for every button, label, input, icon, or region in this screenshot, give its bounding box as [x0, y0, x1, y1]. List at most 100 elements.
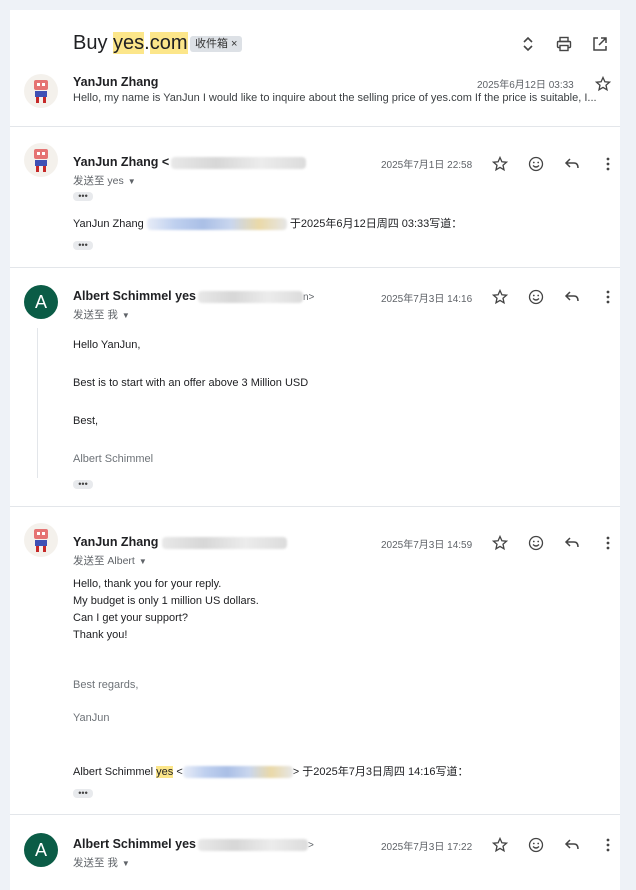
- reply-icon: [564, 839, 579, 850]
- avatar: [24, 74, 58, 108]
- open-new-window-button[interactable]: [590, 34, 610, 54]
- reply-icon: [564, 158, 579, 169]
- emoji-reaction-button[interactable]: [526, 533, 546, 553]
- sender-name: Albert Schimmel yes >: [73, 837, 314, 851]
- more-options-button[interactable]: [598, 835, 618, 855]
- redacted-email: [171, 156, 307, 169]
- emoji-reaction-button[interactable]: [526, 287, 546, 307]
- redacted-email: [197, 290, 303, 303]
- reply-icon: [564, 291, 579, 302]
- more-vert-icon: [606, 157, 610, 171]
- caret-down-icon: ▼: [121, 859, 130, 868]
- star-icon: [595, 76, 611, 92]
- quote-header: YanJun Zhang 于2025年6月12日周四 03:33写道：: [73, 218, 463, 231]
- more-options-button[interactable]: [598, 533, 618, 553]
- show-trimmed-content-button[interactable]: •••: [73, 192, 93, 201]
- quote-header: Albert Schimmel yes < > 于2025年7月3日周四 14:1…: [73, 766, 469, 779]
- body-line: Hello, thank you for your reply.: [73, 578, 222, 590]
- body-line: Hello YanJun,: [73, 339, 141, 351]
- body-line: Thank you!: [73, 629, 128, 641]
- more-vert-icon: [606, 838, 610, 852]
- star-button[interactable]: [490, 533, 510, 553]
- open-in-new-icon: [593, 37, 607, 51]
- message-date: 2025年7月1日 22:58: [381, 160, 473, 171]
- message-date: 2025年7月3日 14:16: [381, 294, 473, 305]
- recipient-dropdown[interactable]: 发送至 我 ▼: [73, 307, 130, 322]
- avatar: A: [24, 833, 58, 867]
- star-button[interactable]: [490, 154, 510, 174]
- message-2: YanJun Zhang < 发送至 yes ▼ 2025年7月1日 22:58 …: [10, 127, 620, 267]
- show-trimmed-content-button[interactable]: •••: [73, 241, 93, 250]
- avatar: [24, 143, 58, 177]
- star-icon: [492, 837, 508, 853]
- reply-button[interactable]: [562, 154, 582, 174]
- smiley-icon: [528, 837, 544, 853]
- print-button[interactable]: [554, 34, 574, 54]
- caret-down-icon: ▼: [127, 177, 136, 186]
- recipient-dropdown[interactable]: 发送至 Albert ▼: [73, 553, 147, 568]
- print-icon: [556, 36, 572, 52]
- reply-icon: [564, 537, 579, 548]
- avatar: A: [24, 285, 58, 319]
- robot-avatar-icon: [34, 529, 48, 552]
- expand-all-button[interactable]: [518, 34, 538, 54]
- redacted-email: [197, 838, 308, 851]
- message-date: 2025年7月3日 17:22: [381, 842, 473, 853]
- thread-toolbar: [518, 34, 610, 54]
- smiley-icon: [528, 156, 544, 172]
- emoji-reaction-button[interactable]: [526, 154, 546, 174]
- body-line: Can I get your support?: [73, 612, 188, 624]
- more-vert-icon: [606, 536, 610, 550]
- star-button[interactable]: [593, 74, 613, 94]
- more-options-button[interactable]: [598, 154, 618, 174]
- show-trimmed-content-button[interactable]: •••: [73, 480, 93, 489]
- message-date: 2025年7月3日 14:59: [381, 540, 473, 551]
- subject-header: Buy yes.com 收件箱 ×: [10, 10, 620, 68]
- highlight-yes: yes: [156, 766, 174, 778]
- message-actions: [490, 154, 618, 174]
- message-3: A Albert Schimmel yes n> 发送至 我 ▼ 2025年7月3日…: [10, 268, 620, 506]
- subject-highlight-com: com: [149, 32, 188, 54]
- signature: Albert Schimmel: [73, 453, 154, 465]
- message-actions: [490, 287, 618, 307]
- body-line: Best regards,: [73, 679, 139, 691]
- show-trimmed-content-button[interactable]: •••: [73, 789, 93, 798]
- redacted-email: [182, 766, 293, 779]
- body-line: Best,: [73, 415, 99, 427]
- reply-button[interactable]: [562, 835, 582, 855]
- sender-name: Albert Schimmel yes n>: [73, 289, 315, 303]
- smiley-icon: [528, 535, 544, 551]
- signature: YanJun: [73, 712, 110, 724]
- star-icon: [492, 156, 508, 172]
- caret-down-icon: ▼: [121, 311, 130, 320]
- sender-name: YanJun Zhang <: [73, 155, 307, 169]
- message-actions: [490, 533, 618, 553]
- star-button[interactable]: [490, 287, 510, 307]
- caret-down-icon: ▼: [138, 557, 147, 566]
- sender-name: YanJun Zhang: [73, 75, 159, 89]
- avatar: [24, 523, 58, 557]
- email-thread: Buy yes.com 收件箱 × YanJun Zhang 2025年6月12…: [10, 10, 620, 890]
- redacted-email: [146, 218, 287, 231]
- smiley-icon: [528, 289, 544, 305]
- body-line: Best is to start with an offer above 3 M…: [73, 377, 309, 389]
- star-icon: [492, 535, 508, 551]
- reply-button[interactable]: [562, 287, 582, 307]
- quote-bar: [37, 328, 38, 478]
- more-vert-icon: [606, 290, 610, 304]
- recipient-dropdown[interactable]: 发送至 我 ▼: [73, 855, 130, 870]
- subject-title: Buy yes.com: [73, 32, 188, 54]
- inbox-label-chip[interactable]: 收件箱 ×: [190, 36, 243, 52]
- subject-highlight-yes: yes: [113, 32, 145, 54]
- message-5: A Albert Schimmel yes > 发送至 我 ▼ 2025年7月3日 …: [10, 815, 620, 885]
- recipient-dropdown[interactable]: 发送至 yes ▼: [73, 173, 136, 188]
- reply-button[interactable]: [562, 533, 582, 553]
- emoji-reaction-button[interactable]: [526, 835, 546, 855]
- robot-avatar-icon: [34, 80, 48, 103]
- message-collapsed[interactable]: YanJun Zhang 2025年6月12日 03:33 Hello, my …: [10, 68, 620, 126]
- sender-name: YanJun Zhang: [73, 535, 288, 549]
- message-date: 2025年6月12日 03:33: [477, 80, 574, 91]
- star-button[interactable]: [490, 835, 510, 855]
- more-options-button[interactable]: [598, 287, 618, 307]
- message-actions: [490, 835, 618, 855]
